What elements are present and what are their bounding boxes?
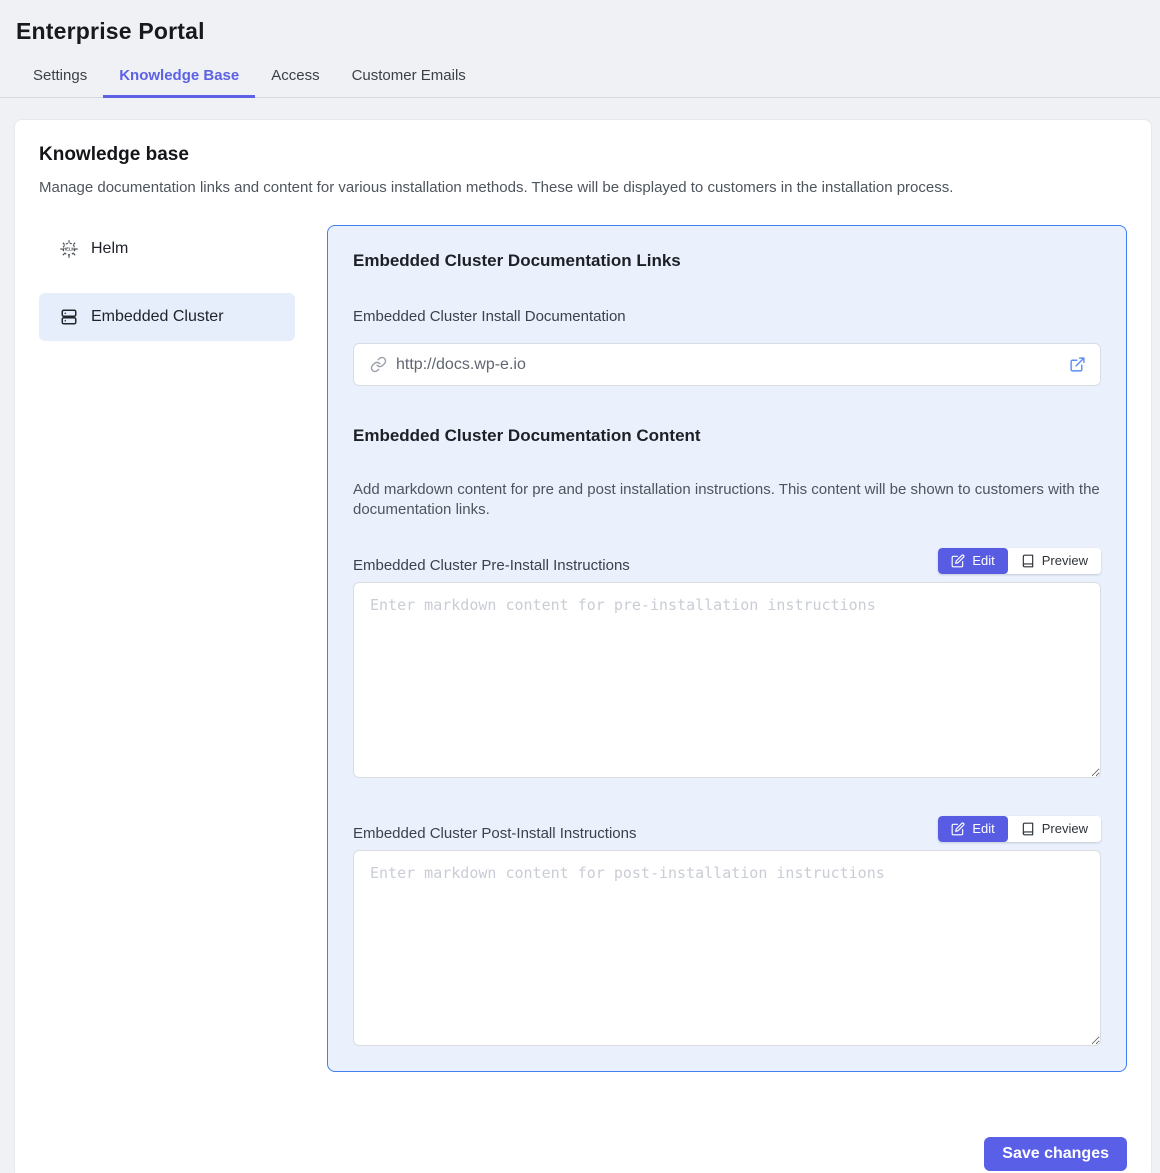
svg-text:HELM: HELM [63,247,75,252]
edit-icon [951,822,965,836]
links-section-heading: Embedded Cluster Documentation Links [353,251,1101,271]
edit-button[interactable]: Edit [938,816,1007,842]
external-link-icon[interactable] [1069,356,1086,373]
embedded-cluster-panel: Embedded Cluster Documentation Links Emb… [327,225,1127,1072]
pre-install-label: Embedded Cluster Pre-Install Instruction… [353,557,630,574]
card-description: Manage documentation links and content f… [39,179,1127,196]
install-doc-label: Embedded Cluster Install Documentation [353,308,1101,325]
install-method-nav: HELM Helm Embedded Cluster [39,225,295,1072]
preview-button-label: Preview [1042,821,1088,837]
sidebar-item-label: Helm [91,240,128,258]
sidebar-item-label: Embedded Cluster [91,308,224,326]
app-header: Enterprise Portal [0,0,1160,45]
post-install-mode-toggle: Edit Preview [938,816,1101,842]
post-install-textarea[interactable] [353,850,1101,1046]
preview-book-icon [1021,554,1035,568]
content-section-description: Add markdown content for pre and post in… [353,480,1101,520]
install-doc-url-input[interactable] [396,356,1069,374]
card-title: Knowledge base [39,144,1127,166]
tab-knowledge-base[interactable]: Knowledge Base [103,57,255,97]
sidebar-item-embedded-cluster[interactable]: Embedded Cluster [39,293,295,341]
edit-button-label: Edit [972,553,994,569]
page-title: Enterprise Portal [16,18,1144,45]
post-install-label-row: Embedded Cluster Post-Install Instructio… [353,816,1101,842]
server-stack-icon [59,307,79,327]
edit-button[interactable]: Edit [938,548,1007,574]
edit-button-label: Edit [972,821,994,837]
pre-install-mode-toggle: Edit Preview [938,548,1101,574]
post-install-label: Embedded Cluster Post-Install Instructio… [353,825,636,842]
preview-book-icon [1021,822,1035,836]
content-section-heading: Embedded Cluster Documentation Content [353,426,1101,446]
footer-actions: Save changes [39,1137,1127,1171]
sidebar-item-helm[interactable]: HELM Helm [39,225,295,273]
pre-install-label-row: Embedded Cluster Pre-Install Instruction… [353,548,1101,574]
knowledge-base-card: Knowledge base Manage documentation link… [14,119,1152,1173]
tab-settings[interactable]: Settings [17,57,103,97]
save-changes-button[interactable]: Save changes [984,1137,1127,1171]
tab-access[interactable]: Access [255,57,335,97]
edit-icon [951,554,965,568]
link-icon [370,356,387,373]
preview-button[interactable]: Preview [1008,548,1101,574]
pre-install-textarea[interactable] [353,582,1101,778]
tab-customer-emails[interactable]: Customer Emails [336,57,482,97]
tab-bar: Settings Knowledge Base Access Customer … [0,57,1160,98]
preview-button-label: Preview [1042,553,1088,569]
content-row: HELM Helm Embedded Cluster Embedd [39,225,1127,1072]
helm-logo-icon: HELM [59,239,79,259]
install-doc-input-wrap [353,343,1101,386]
preview-button[interactable]: Preview [1008,816,1101,842]
